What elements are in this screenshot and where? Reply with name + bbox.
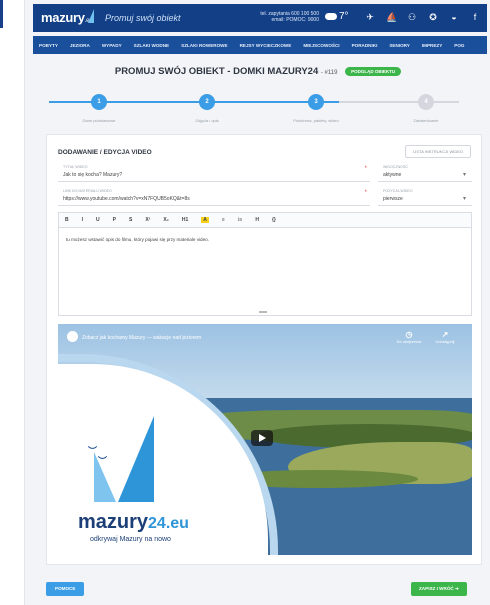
top-header: mazury.eu Promuj swój obiekt tel. zapyta… (33, 4, 487, 32)
position-select[interactable]: POZYCJA WIDEO pierwsze ▾ (378, 188, 472, 206)
clock-icon: ◷ (405, 330, 413, 339)
brand-logo: mazury24.eu (78, 511, 189, 533)
car-icon[interactable]: ◒ (449, 12, 459, 22)
preview-badge[interactable]: PODGLĄD OBIEKTU (345, 66, 402, 76)
underline-button[interactable]: U (96, 217, 100, 223)
play-button[interactable] (251, 430, 273, 446)
italic-button[interactable]: I (82, 217, 83, 223)
help-button[interactable]: POMOCE (46, 582, 85, 596)
visibility-label: WIDOCZNOŚĆ (383, 165, 408, 169)
stepper-track (49, 101, 459, 103)
step-4[interactable]: 4 (418, 94, 434, 110)
visibility-value: aktywne (383, 172, 402, 178)
superscript-button[interactable]: X² (145, 217, 150, 223)
nav-item[interactable]: SZLAKI ROWEROWE (175, 43, 233, 48)
required-marker: * (364, 190, 367, 196)
chevron-down-icon: ▾ (462, 172, 466, 178)
step-1[interactable]: 1 (91, 94, 107, 110)
nav-item[interactable]: JEZIORA (64, 43, 96, 48)
step-4-label: Zatwierdzanie (413, 118, 439, 123)
list-button[interactable]: ⁝≡ (238, 217, 243, 223)
video-url-label: LINK DO MATERIAŁU WIDEO (63, 189, 112, 193)
facebook-icon[interactable]: f (470, 12, 480, 22)
plane-icon[interactable]: ✈ (365, 12, 375, 22)
step-2-label: Zdjęcia i opis (195, 118, 219, 123)
bike-icon[interactable]: ⚇ (407, 12, 417, 22)
strike-button[interactable]: S (129, 217, 132, 223)
brand-slogan: odkrywaj Mazury na nowo (90, 536, 171, 543)
sail-icon (118, 416, 154, 502)
nav-item[interactable]: WYPADY (96, 43, 128, 48)
nav-item[interactable]: SZLAKI WODNE (128, 43, 175, 48)
visibility-select[interactable]: WIDOCZNOŚĆ aktywne ▾ (378, 164, 472, 182)
video-form-card: DODAWANIE / EDYCJA VIDEO LISTA INSTRUKCJ… (46, 134, 482, 565)
sail-icon (94, 452, 116, 502)
save-label: ZAPISZ I WRÓĆ (419, 586, 454, 591)
editor-text: tu możesz wstawić opis do filmu, który p… (66, 237, 209, 242)
editor-toolbar: B I U P S X² X₂ H1 A ≡ ⁝≡ H {} (58, 212, 472, 228)
position-label: POZYCJA WIDEO (383, 189, 413, 193)
save-and-back-button[interactable]: ZAPISZ I WRÓĆ ➜ (411, 582, 467, 596)
header-button[interactable]: H (255, 217, 259, 223)
step-3[interactable]: 3 (308, 94, 324, 110)
paragraph-button[interactable]: P (113, 217, 116, 223)
main-nav: POBYTY JEZIORA WYPADY SZLAKI WODNE SZLAK… (33, 36, 487, 54)
nav-item[interactable]: MIEJSCOWOŚCI (297, 43, 345, 48)
watch-later-button[interactable]: ◷ Do obejrzenia (394, 330, 424, 344)
align-button[interactable]: ≡ (222, 217, 225, 223)
nav-item[interactable]: REJSY WYCIECZKOWE (234, 43, 298, 48)
settings-icon[interactable]: ✪ (428, 12, 438, 22)
page-frame: mazury.eu Promuj swój obiekt tel. zapyta… (24, 0, 490, 605)
cloud-icon (325, 12, 337, 20)
header-icons: ✈ ⛵ ⚇ ✪ ◒ f ☻ (365, 12, 490, 22)
required-marker: * (364, 166, 367, 172)
logo-sail-icon (88, 9, 94, 23)
nav-item[interactable]: POG (448, 43, 470, 48)
position-value: pierwsze (383, 196, 403, 202)
code-button[interactable]: {} (272, 217, 276, 223)
temperature: 7° (339, 11, 349, 22)
video-title[interactable]: Zobacz jak kochamy Mazury — wakacje nad … (82, 335, 201, 341)
share-button[interactable]: ↗ Udostępnij (430, 330, 460, 344)
weather-widget[interactable]: 7° (325, 11, 349, 22)
heading-button[interactable]: H1 (182, 217, 188, 223)
step-1-label: Dane podstawowe (82, 118, 116, 123)
left-edge-marker (0, 0, 3, 28)
header-tagline: Promuj swój obiekt (105, 13, 181, 23)
stepper-track-pending (339, 101, 459, 103)
boat-icon[interactable]: ⛵ (386, 12, 397, 22)
object-id: - #119 (320, 70, 338, 76)
section-title: DODAWANIE / EDYCJA VIDEO (58, 149, 152, 156)
instructions-button[interactable]: LISTA INSTRUKCJI WIDEO (405, 145, 471, 158)
bold-button[interactable]: B (65, 217, 69, 223)
video-title-field[interactable]: TYTUŁ WIDEO Jak to się kocha? Mazury? * (58, 164, 370, 182)
step-3-label: Podstrona, pakiety, wideo (293, 118, 339, 123)
step-2[interactable]: 2 (199, 94, 215, 110)
channel-avatar[interactable] (67, 331, 78, 342)
highlight-button[interactable]: A (201, 217, 209, 223)
description-editor[interactable]: tu możesz wstawić opis do filmu, który p… (58, 228, 472, 316)
page-title-text: PROMUJ SWÓJ OBIEKT - DOMKI MAZURY24 (114, 66, 319, 77)
page-title: PROMUJ SWÓJ OBIEKT - DOMKI MAZURY24 - #1… (25, 66, 490, 77)
video-title-label: TYTUŁ WIDEO (63, 165, 88, 169)
chevron-down-icon: ▾ (462, 196, 466, 202)
left-edge (0, 0, 16, 605)
video-url-field[interactable]: LINK DO MATERIAŁU WIDEO https://www.yout… (58, 188, 370, 206)
video-url-value: https://www.youtube.com/watch?v=xN7FQUB5… (63, 196, 190, 202)
nav-item[interactable]: PORADNIKI (346, 43, 384, 48)
arrow-right-icon: ➜ (455, 586, 459, 591)
share-icon: ↗ (441, 330, 449, 339)
nav-item[interactable]: POBYTY (33, 43, 64, 48)
nav-item[interactable]: IMPREZY (416, 43, 448, 48)
video-title-value: Jak to się kocha? Mazury? (63, 172, 123, 178)
subscript-button[interactable]: X₂ (163, 217, 169, 223)
nav-item[interactable]: SENIORY (383, 43, 416, 48)
resize-handle[interactable] (259, 311, 267, 313)
video-preview[interactable]: ︶ ︶ mazury24.eu odkrywaj Mazury na nowo … (58, 324, 472, 555)
header-contact: tel. zapytania 600 100 500 email: POMOC:… (260, 11, 319, 23)
site-logo[interactable]: mazury.eu (41, 10, 93, 25)
